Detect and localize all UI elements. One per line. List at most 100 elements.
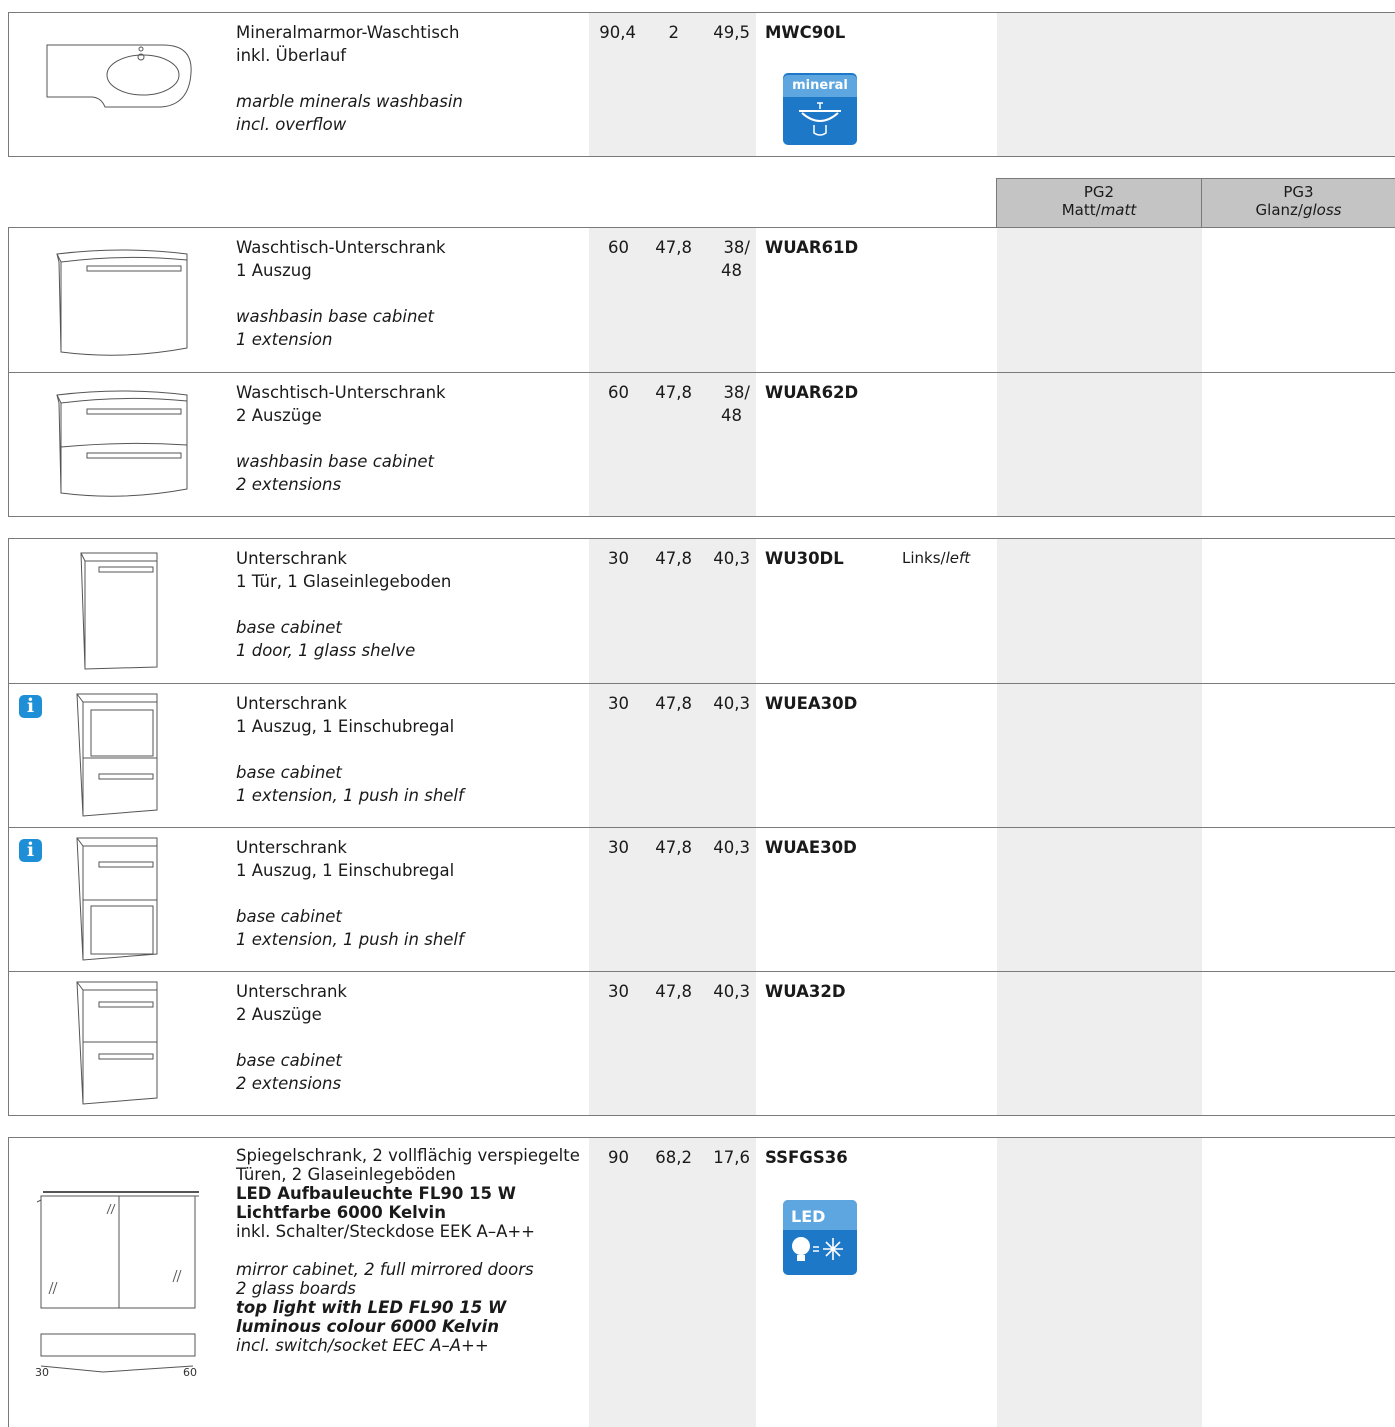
width-value: 30 — [608, 982, 629, 1001]
desc-de-2: inkl. Überlauf — [236, 46, 347, 65]
cabinet-2-drawers-drawing — [56, 390, 188, 497]
desc-en-1: base cabinet — [236, 907, 342, 926]
height-value: 2 — [668, 23, 680, 42]
desc-en-1: mirror cabinet, 2 full mirrored doors — [236, 1260, 534, 1279]
header-pg2: PG2 Matt/matt — [996, 178, 1202, 228]
height-value: 68,2 — [655, 1148, 692, 1167]
product-description: Waschtisch-Unterschrank 2 Auszüge washba… — [236, 381, 446, 496]
desc-en-1: marble minerals washbasin — [236, 92, 463, 111]
pg2-label: Matt — [1061, 201, 1096, 219]
width-value: 30 — [608, 838, 629, 857]
desc-de-2: 1 Auszug — [236, 261, 312, 280]
shade-pg2 — [997, 684, 1202, 828]
desc-en-1: washbasin base cabinet — [236, 307, 435, 326]
width-value: 30 — [608, 549, 629, 568]
width-value: 60 — [608, 383, 629, 402]
product-description: Spiegelschrank, 2 vollflächig verspiegel… — [236, 1146, 580, 1355]
desc-en-1: base cabinet — [236, 763, 342, 782]
depth-value-2: 48 — [721, 261, 742, 280]
desc-de-2: 2 Auszüge — [236, 1005, 322, 1024]
side-note: Links/left — [902, 549, 971, 567]
desc-en-1: washbasin base cabinet — [236, 452, 435, 471]
article-number: WUAR62D — [765, 383, 859, 402]
cabinet-shelf-top-drawing — [76, 693, 158, 817]
shade-pg2 — [997, 373, 1202, 516]
cabinet-shelf-bottom-drawing — [76, 837, 158, 961]
group-washbasin: Mineralmarmor-Waschtisch inkl. Überlauf … — [8, 12, 1395, 157]
product-description: Unterschrank 1 Auszug, 1 Einschubregal b… — [236, 692, 464, 807]
desc-en-1: base cabinet — [236, 1051, 342, 1070]
info-icon[interactable]: i — [19, 839, 42, 862]
desc-en-2: 2 extensions — [236, 1074, 342, 1093]
desc-en-2: 1 extension — [236, 330, 333, 349]
product-row-wuar62d: Waschtisch-Unterschrank 2 Auszüge washba… — [9, 372, 1395, 516]
depth-value-1: 38/ — [723, 383, 750, 402]
dim-right-label: 60 — [183, 1366, 197, 1379]
desc-en-bold-1: top light with LED FL90 15 W — [236, 1298, 507, 1317]
product-row-wuea30d: i Unterschrank 1 Auszug, 1 Einschubregal… — [9, 683, 1395, 828]
product-row-wu30dl: Unterschrank 1 Tür, 1 Glaseinlegeboden b… — [9, 539, 1395, 684]
product-description: Waschtisch-Unterschrank 1 Auszug washbas… — [236, 236, 446, 351]
desc-en-bold-2: luminous colour 6000 Kelvin — [236, 1317, 499, 1336]
width-value: 30 — [608, 694, 629, 713]
product-row-wua32d: Unterschrank 2 Auszüge base cabinet 2 ex… — [9, 971, 1395, 1115]
product-description: Mineralmarmor-Waschtisch inkl. Überlauf … — [236, 21, 463, 136]
desc-de-1: Waschtisch-Unterschrank — [236, 238, 446, 257]
desc-en-2: 2 extensions — [236, 475, 342, 494]
washbasin-drawing — [46, 44, 192, 108]
shade-pg2 — [997, 1138, 1202, 1427]
desc-de-2: 1 Auszug, 1 Einschubregal — [236, 717, 455, 736]
depth-value: 40,3 — [713, 838, 750, 857]
depth-value-1: 38/ — [723, 238, 750, 257]
desc-en-1: base cabinet — [236, 618, 342, 637]
article-number: SSFGS36 — [765, 1148, 848, 1167]
height-value: 47,8 — [655, 383, 692, 402]
product-row-wuar61d: Waschtisch-Unterschrank 1 Auszug washbas… — [9, 228, 1395, 373]
desc-de-2: 1 Auszug, 1 Einschubregal — [236, 861, 455, 880]
depth-value: 17,6 — [713, 1148, 750, 1167]
article-number: WU30DL — [765, 549, 844, 568]
basin-icon — [799, 102, 841, 136]
width-value: 90,4 — [599, 23, 636, 42]
desc-de-bold-1: LED Aufbauleuchte FL90 15 W — [236, 1184, 516, 1203]
shade-pg2 — [997, 972, 1202, 1115]
led-badge: LED — [783, 1200, 857, 1275]
desc-de-1: Mineralmarmor-Waschtisch — [236, 23, 460, 42]
desc-de-tail: inkl. Schalter/Steckdose EEK A–A++ — [236, 1222, 536, 1241]
height-value: 47,8 — [655, 238, 692, 257]
badge-label: LED — [783, 1200, 857, 1230]
article-number: WUAE30D — [765, 838, 857, 857]
desc-de-2: 1 Tür, 1 Glaseinlegeboden — [236, 572, 452, 591]
width-value: 60 — [608, 238, 629, 257]
shade-pg2 — [997, 828, 1202, 972]
side-en: left — [945, 549, 971, 567]
desc-en-2: 1 door, 1 glass shelve — [236, 641, 416, 660]
header-pg3: PG3 Glanz/gloss — [1201, 178, 1395, 228]
product-description: Unterschrank 2 Auszüge base cabinet 2 ex… — [236, 980, 347, 1095]
depth-value: 40,3 — [713, 982, 750, 1001]
desc-de-1: Spiegelschrank, 2 vollflächig verspiegel… — [236, 1146, 580, 1165]
article-number: WUEA30D — [765, 694, 858, 713]
desc-en-2: 1 extension, 1 push in shelf — [236, 786, 464, 805]
height-value: 47,8 — [655, 982, 692, 1001]
height-value: 47,8 — [655, 549, 692, 568]
pg2-label-en: matt — [1100, 201, 1137, 219]
desc-en-2: 1 extension, 1 push in shelf — [236, 930, 464, 949]
desc-de-1: Unterschrank — [236, 694, 347, 713]
badge-label: mineral — [783, 75, 857, 97]
desc-en-tail: incl. switch/socket EEC A–A++ — [236, 1336, 489, 1355]
product-row-ssfgs36: 30 60 Spiegelschrank, 2 vollflächig vers… — [9, 1138, 1395, 1427]
pg3-label: Glanz — [1255, 201, 1298, 219]
width-value: 90 — [608, 1148, 629, 1167]
shade-pg3 — [1202, 13, 1395, 156]
mineral-badge: mineral — [783, 73, 857, 145]
product-description: Unterschrank 1 Auszug, 1 Einschubregal b… — [236, 836, 464, 951]
desc-en-2: incl. overflow — [236, 115, 347, 134]
mirror-cabinet-drawing — [36, 1191, 199, 1309]
side-de: Links — [902, 549, 941, 567]
info-icon[interactable]: i — [19, 695, 42, 718]
desc-de-2: 2 Auszüge — [236, 406, 322, 425]
height-value: 47,8 — [655, 694, 692, 713]
depth-value-2: 48 — [721, 406, 742, 425]
article-number: WUA32D — [765, 982, 846, 1001]
